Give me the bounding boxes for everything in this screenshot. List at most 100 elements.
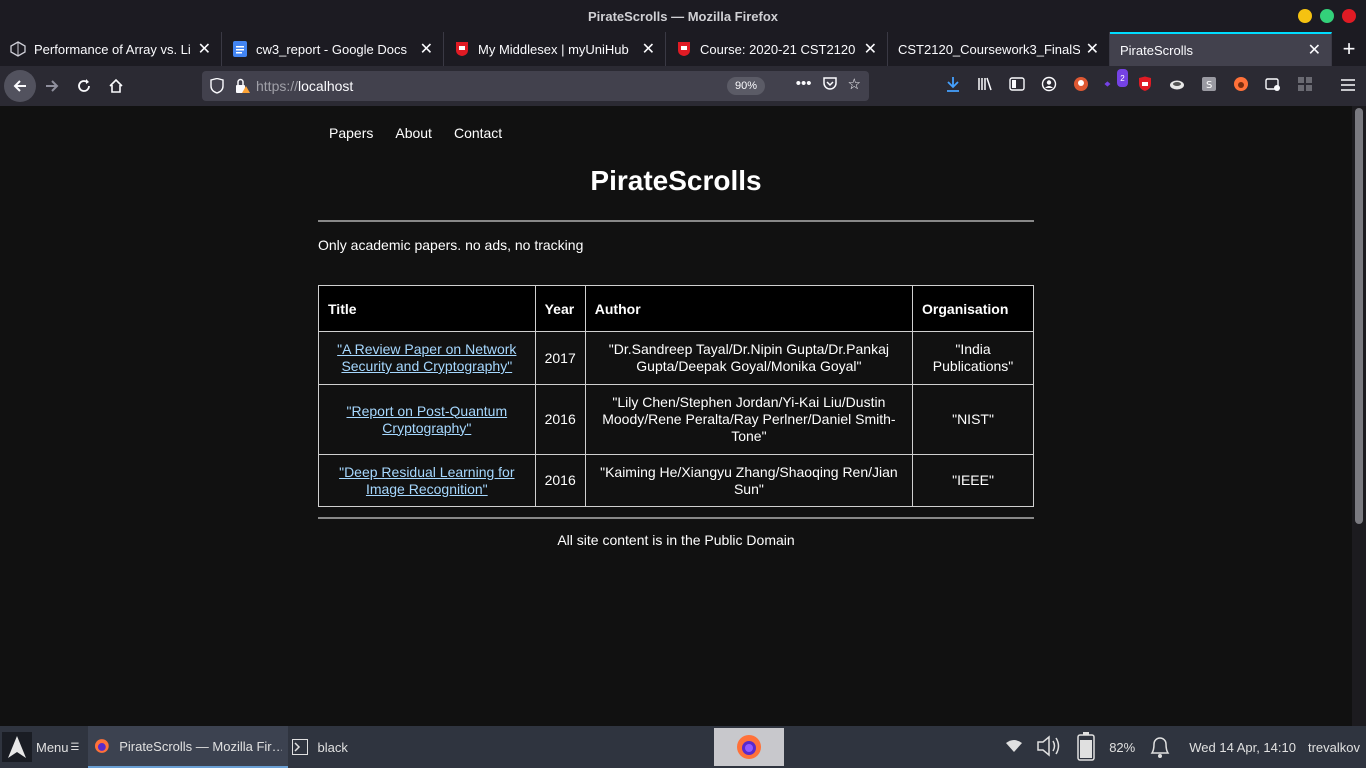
close-tab-icon[interactable]: ✕ <box>864 39 877 59</box>
close-tab-icon[interactable]: ✕ <box>1308 40 1321 60</box>
paper-title-link[interactable]: "Deep Residual Learning for Image Recogn… <box>339 464 514 497</box>
extension-cloud-icon[interactable] <box>1168 75 1186 93</box>
cell-organisation: "IEEE" <box>912 454 1034 507</box>
paper-title-link[interactable]: "Report on Post-Quantum Cryptography" <box>347 403 508 436</box>
taskbar: Menu ☰ PirateScrolls — Mozilla Fir… blac… <box>0 726 1366 768</box>
tab-google-docs[interactable]: cw3_report - Google Docs ✕ <box>222 32 444 66</box>
column-header-year: Year <box>534 285 586 332</box>
cell-year: 2017 <box>534 331 586 385</box>
tab-title: cw3_report - Google Docs <box>256 41 408 57</box>
navigation-toolbar: https://localhost 90% ••• ☆ 2 S <box>0 66 1366 106</box>
window-titlebar: PirateScrolls — Mozilla Firefox <box>0 0 1366 32</box>
header-divider <box>318 220 1034 222</box>
extension-fox-icon[interactable] <box>1232 75 1250 93</box>
volume-icon[interactable] <box>1035 734 1063 761</box>
extension-grid-icon[interactable] <box>1296 75 1314 93</box>
tab-title: PirateScrolls <box>1120 42 1193 58</box>
cell-year: 2016 <box>534 384 586 455</box>
url-bar[interactable]: https://localhost 90% ••• ☆ <box>202 71 869 101</box>
close-window-button[interactable] <box>1342 9 1356 23</box>
user-name[interactable]: trevalkov <box>1308 740 1360 755</box>
tab-strip: Performance of Array vs. Li ✕ cw3_report… <box>0 32 1366 66</box>
site-nav: Papers About Contact <box>318 125 1034 141</box>
taskbar-item-terminal[interactable]: black <box>288 726 354 768</box>
paper-title-link[interactable]: "A Review Paper on Network Security and … <box>337 341 516 374</box>
web-page: Papers About Contact PirateScrolls Only … <box>0 106 1352 726</box>
minimize-button[interactable] <box>1298 9 1312 23</box>
middlesex-shield-icon <box>676 41 692 57</box>
tab-performance-array[interactable]: Performance of Array vs. Li ✕ <box>0 32 222 66</box>
terminal-icon <box>291 739 308 755</box>
home-button[interactable] <box>100 70 132 102</box>
papers-table: Title Year Author Organisation "A Review… <box>318 285 1034 507</box>
insecure-lock-warning-icon[interactable] <box>234 78 250 94</box>
nav-link-about[interactable]: About <box>395 125 432 141</box>
start-menu-label: Menu <box>36 739 69 755</box>
sidebar-icon[interactable] <box>1008 75 1026 93</box>
tab-title: Performance of Array vs. Li <box>34 41 191 57</box>
cell-author: "Kaiming He/Xiangyu Zhang/Shaoqing Ren/J… <box>584 454 914 507</box>
tab-title: CST2120_Coursework3_FinalS <box>898 41 1080 57</box>
hamburger-menu-icon[interactable] <box>1340 76 1356 97</box>
cell-title: "A Review Paper on Network Security and … <box>318 331 536 385</box>
nav-link-papers[interactable]: Papers <box>329 125 373 141</box>
toolbar-extensions: 2 S <box>944 69 1314 93</box>
window-title: PirateScrolls — Mozilla Firefox <box>588 8 778 24</box>
workspace-firefox-preview[interactable] <box>714 728 784 766</box>
extension-badge-icon[interactable]: 2 <box>1104 69 1128 93</box>
more-actions-icon[interactable]: ••• <box>796 75 812 95</box>
scrollbar-thumb[interactable] <box>1355 108 1363 524</box>
column-header-author: Author <box>584 285 914 332</box>
site-tagline: Only academic papers. no ads, no trackin… <box>318 237 584 253</box>
bookmark-star-icon[interactable]: ☆ <box>848 75 861 95</box>
tab-coursework3[interactable]: CST2120_Coursework3_FinalS ✕ <box>888 32 1110 66</box>
google-docs-icon <box>232 41 248 57</box>
forward-button[interactable] <box>36 70 68 102</box>
close-tab-icon[interactable]: ✕ <box>420 39 433 59</box>
zoom-level-indicator[interactable]: 90% <box>726 77 765 95</box>
window-controls <box>1298 9 1356 23</box>
pocket-icon[interactable] <box>822 75 838 95</box>
extension-tab-icon[interactable] <box>1264 75 1282 93</box>
account-icon[interactable] <box>1040 75 1058 93</box>
tab-piratescrolls[interactable]: PirateScrolls ✕ <box>1110 32 1332 66</box>
downloads-icon[interactable] <box>944 75 962 93</box>
codepen-icon <box>10 41 26 57</box>
battery-icon[interactable] <box>1075 731 1097 764</box>
url-host: localhost <box>298 78 354 94</box>
system-tray: 82% Wed 14 Apr, 14:10 trevalkov <box>1005 726 1366 768</box>
wifi-icon[interactable] <box>1005 739 1023 756</box>
cell-organisation: "India Publications" <box>912 331 1034 385</box>
table-row: "Report on Post-Quantum Cryptography" 20… <box>318 384 1034 455</box>
battery-percent: 82% <box>1109 739 1136 755</box>
clock[interactable]: Wed 14 Apr, 14:10 <box>1189 740 1296 755</box>
close-tab-icon[interactable]: ✕ <box>1086 39 1099 59</box>
ublock-icon[interactable] <box>1136 75 1154 93</box>
reload-icon <box>78 79 90 92</box>
cell-author: "Lily Chen/Stephen Jordan/Yi-Kai Liu/Dus… <box>584 384 914 455</box>
duckduckgo-icon[interactable] <box>1072 75 1090 93</box>
library-icon[interactable] <box>976 75 994 93</box>
new-tab-button[interactable]: + <box>1332 32 1366 66</box>
reload-button[interactable] <box>68 70 100 102</box>
taskbar-item-firefox[interactable]: PirateScrolls — Mozilla Fir… <box>87 726 288 768</box>
close-tab-icon[interactable]: ✕ <box>642 39 655 59</box>
cell-title: "Deep Residual Learning for Image Recogn… <box>318 454 536 507</box>
nav-link-contact[interactable]: Contact <box>454 125 502 141</box>
svg-text:S: S <box>1206 80 1212 91</box>
table-row: "Deep Residual Learning for Image Recogn… <box>318 454 1034 507</box>
maximize-button[interactable] <box>1320 9 1334 23</box>
site-footer: All site content is in the Public Domain <box>557 532 795 548</box>
close-tab-icon[interactable]: ✕ <box>198 39 211 59</box>
table-header-row: Title Year Author Organisation <box>318 285 1034 332</box>
tab-course-cst2120[interactable]: Course: 2020-21 CST2120 ✕ <box>666 32 888 66</box>
arrow-right-icon <box>46 80 59 92</box>
extension-s-icon[interactable]: S <box>1200 75 1218 93</box>
tab-myunihub[interactable]: My Middlesex | myUniHub ✕ <box>444 32 666 66</box>
column-header-organisation: Organisation <box>912 285 1034 332</box>
tracking-protection-shield-icon[interactable] <box>210 78 224 94</box>
start-menu-button[interactable]: Menu ☰ <box>0 726 86 768</box>
back-button[interactable] <box>4 70 36 102</box>
column-header-title: Title <box>318 285 536 332</box>
notifications-bell-icon[interactable] <box>1147 732 1173 763</box>
